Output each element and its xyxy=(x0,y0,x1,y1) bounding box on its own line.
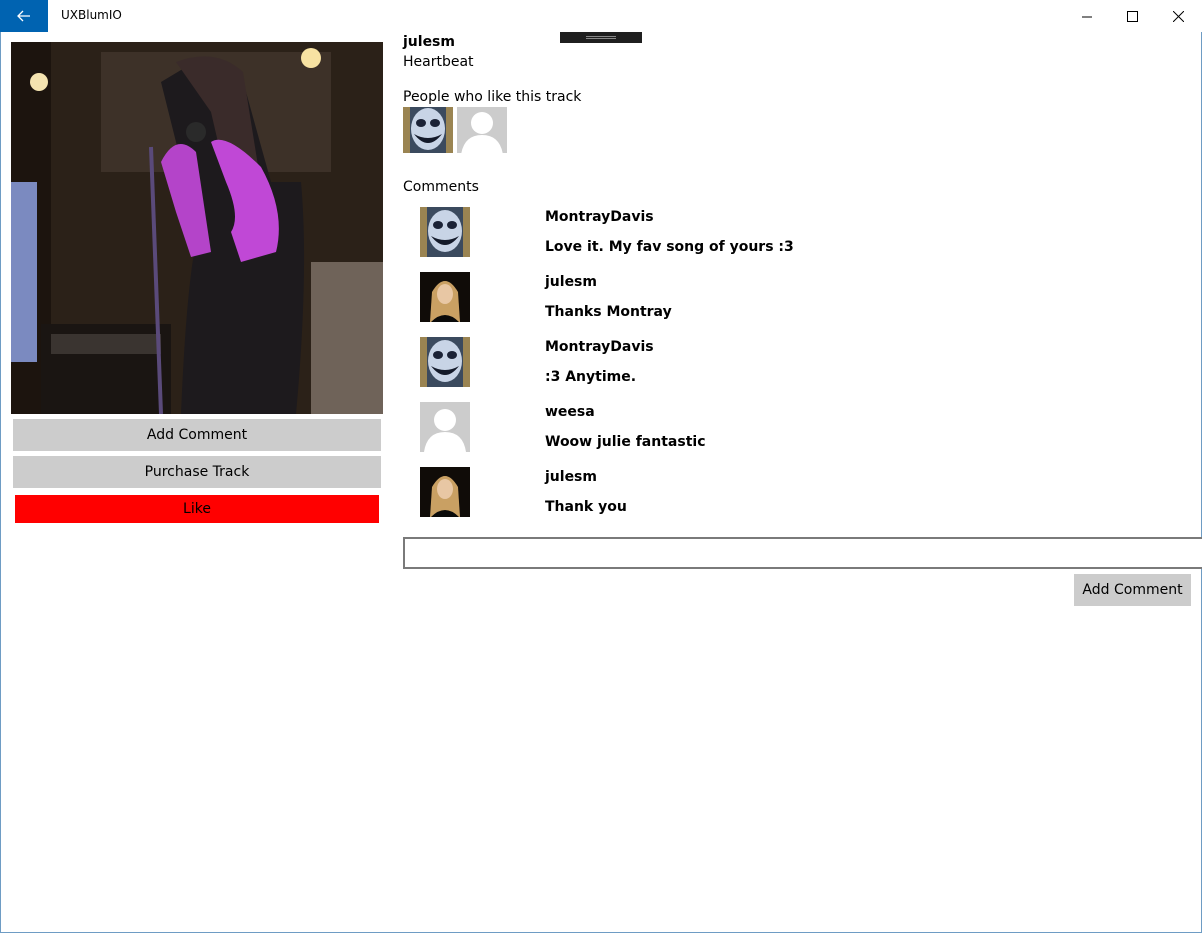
liker-avatar[interactable] xyxy=(457,107,507,153)
add-comment-side-button[interactable]: Add Comment xyxy=(13,419,381,451)
add-comment-button[interactable]: Add Comment xyxy=(1074,574,1191,606)
maximize-button[interactable] xyxy=(1109,0,1155,32)
comment-avatar[interactable] xyxy=(420,337,470,387)
comment-text: Love it. My fav song of yours :3 xyxy=(545,239,794,255)
comment-avatar[interactable] xyxy=(420,402,470,452)
maximize-icon xyxy=(1126,7,1138,26)
artist-name: julesm xyxy=(403,34,455,50)
comment-text: Thanks Montray xyxy=(545,304,672,320)
app-title: UXBlumIO xyxy=(61,8,122,22)
close-button[interactable] xyxy=(1155,0,1201,32)
comment-input[interactable] xyxy=(403,537,1202,569)
comment-text: :3 Anytime. xyxy=(545,369,637,385)
liker-avatar[interactable] xyxy=(403,107,453,153)
comment-text: Woow julie fantastic xyxy=(545,434,706,450)
likes-heading: People who like this track xyxy=(403,89,582,105)
drag-grip-handle[interactable] xyxy=(560,32,642,43)
comment-avatar[interactable] xyxy=(420,272,470,322)
comment-text: Thank you xyxy=(545,499,627,515)
comment-username: julesm xyxy=(545,469,597,485)
track-title: Heartbeat xyxy=(403,54,474,70)
comment-username: MontrayDavis xyxy=(545,339,654,355)
like-button[interactable]: Like xyxy=(15,495,379,523)
minimize-button[interactable] xyxy=(1064,0,1110,32)
close-icon xyxy=(1172,7,1184,26)
comment-username: MontrayDavis xyxy=(545,209,654,225)
comments-heading: Comments xyxy=(403,179,479,195)
back-arrow-icon xyxy=(17,7,31,26)
purchase-track-button[interactable]: Purchase Track xyxy=(13,456,381,488)
minimize-icon xyxy=(1082,7,1092,26)
track-cover-photo xyxy=(11,42,383,414)
back-button[interactable] xyxy=(0,0,48,32)
title-bar: UXBlumIO xyxy=(0,0,1202,32)
comment-username: julesm xyxy=(545,274,597,290)
comment-avatar[interactable] xyxy=(420,467,470,517)
comment-username: weesa xyxy=(545,404,595,420)
comment-avatar[interactable] xyxy=(420,207,470,257)
